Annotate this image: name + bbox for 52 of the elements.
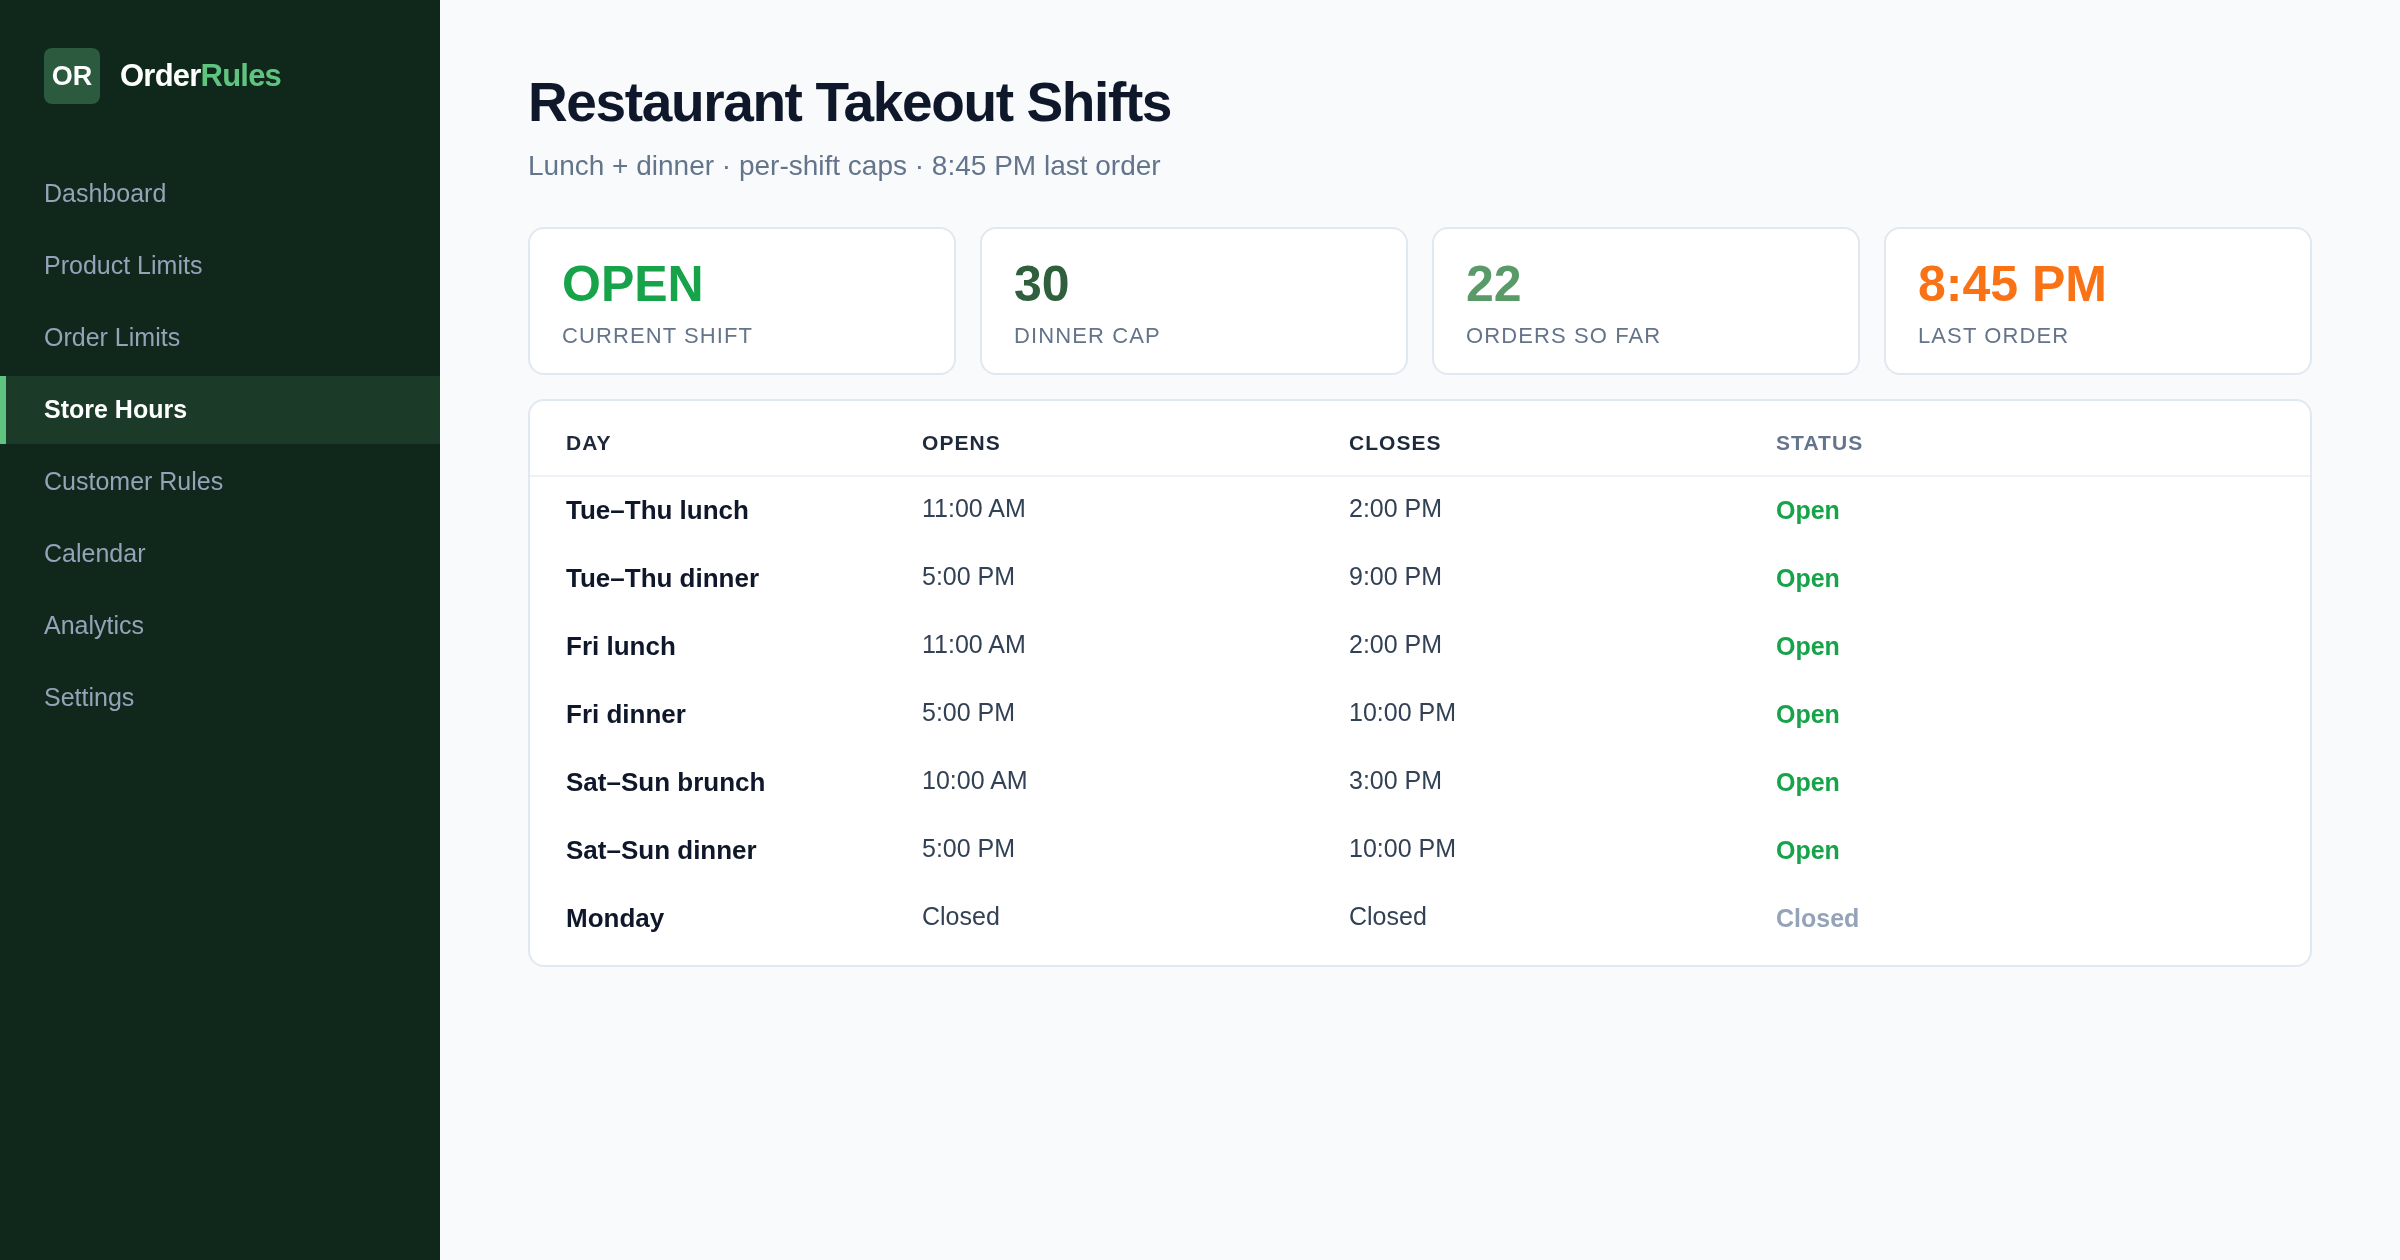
closes-cell-text: 9:00 PM xyxy=(1349,561,1444,592)
column-header: OPENS xyxy=(922,430,1002,457)
day-cell-text: Sat–Sun brunch xyxy=(566,766,767,800)
column-header: CLOSES xyxy=(1349,430,1443,457)
day-cell-text: Fri dinner xyxy=(566,698,687,732)
stat-label: ORDERS SO FAR xyxy=(1466,322,1663,351)
status-cell-text: Open xyxy=(1776,835,1841,866)
day-cell-text: Fri lunch xyxy=(566,630,677,664)
closes-cell-text: 3:00 PM xyxy=(1349,765,1444,796)
nav-item[interactable]: Product Limits xyxy=(0,232,440,300)
nav-item[interactable]: Customer Rules xyxy=(0,448,440,516)
brand-name: OrderRules xyxy=(120,56,282,95)
status-cell-text: Closed xyxy=(1776,903,1861,934)
stat-label: CURRENT SHIFT xyxy=(562,322,755,351)
opens-cell-text: 10:00 AM xyxy=(922,765,1029,796)
stat-label: DINNER CAP xyxy=(1014,322,1162,351)
day-cell-text: Tue–Thu lunch xyxy=(566,494,750,528)
stat-value: 8:45 PM xyxy=(1918,254,2108,314)
day-cell-text: Tue–Thu dinner xyxy=(566,562,761,596)
status-cell-text: Open xyxy=(1776,699,1841,730)
status-cell-text: Open xyxy=(1776,495,1841,526)
opens-cell-text: 5:00 PM xyxy=(922,561,1017,592)
stat-label: LAST ORDER xyxy=(1918,322,2071,351)
column-header: STATUS xyxy=(1776,430,1865,457)
nav-item[interactable]: Dashboard xyxy=(0,160,440,228)
nav-item[interactable]: Order Limits xyxy=(0,304,440,372)
day-cell-text: Monday xyxy=(566,902,666,936)
closes-cell-text: 2:00 PM xyxy=(1349,629,1444,660)
nav-item[interactable]: Settings xyxy=(0,664,440,732)
page-title: Restaurant Takeout Shifts xyxy=(528,70,1173,135)
nav-item[interactable]: Analytics xyxy=(0,592,440,660)
nav-item[interactable]: Calendar xyxy=(0,520,440,588)
page-subtitle: Lunch + dinner · per-shift caps · 8:45 PM last order xyxy=(528,148,1162,183)
status-cell-text: Open xyxy=(1776,767,1841,798)
opens-cell-text: 5:00 PM xyxy=(922,833,1017,864)
status-cell-text: Open xyxy=(1776,563,1841,594)
opens-cell-text: 5:00 PM xyxy=(922,697,1017,728)
closes-cell-text: Closed xyxy=(1349,901,1428,932)
stat-value: 30 xyxy=(1014,254,1071,314)
column-header: DAY xyxy=(566,430,613,457)
opens-cell-text: 11:00 AM xyxy=(922,629,1027,660)
stat-value: OPEN xyxy=(562,254,705,314)
day-cell-text: Sat–Sun dinner xyxy=(566,834,758,868)
closes-cell-text: 10:00 PM xyxy=(1349,833,1457,864)
stat-value: 22 xyxy=(1466,254,1523,314)
opens-cell-text: 11:00 AM xyxy=(922,493,1027,524)
status-cell-text: Open xyxy=(1776,631,1841,662)
nav-item[interactable]: Store Hours xyxy=(0,376,440,444)
closes-cell-text: 10:00 PM xyxy=(1349,697,1457,728)
opens-cell-text: Closed xyxy=(922,901,1001,932)
closes-cell-text: 2:00 PM xyxy=(1349,493,1444,524)
logo-badge: OR xyxy=(44,48,100,104)
